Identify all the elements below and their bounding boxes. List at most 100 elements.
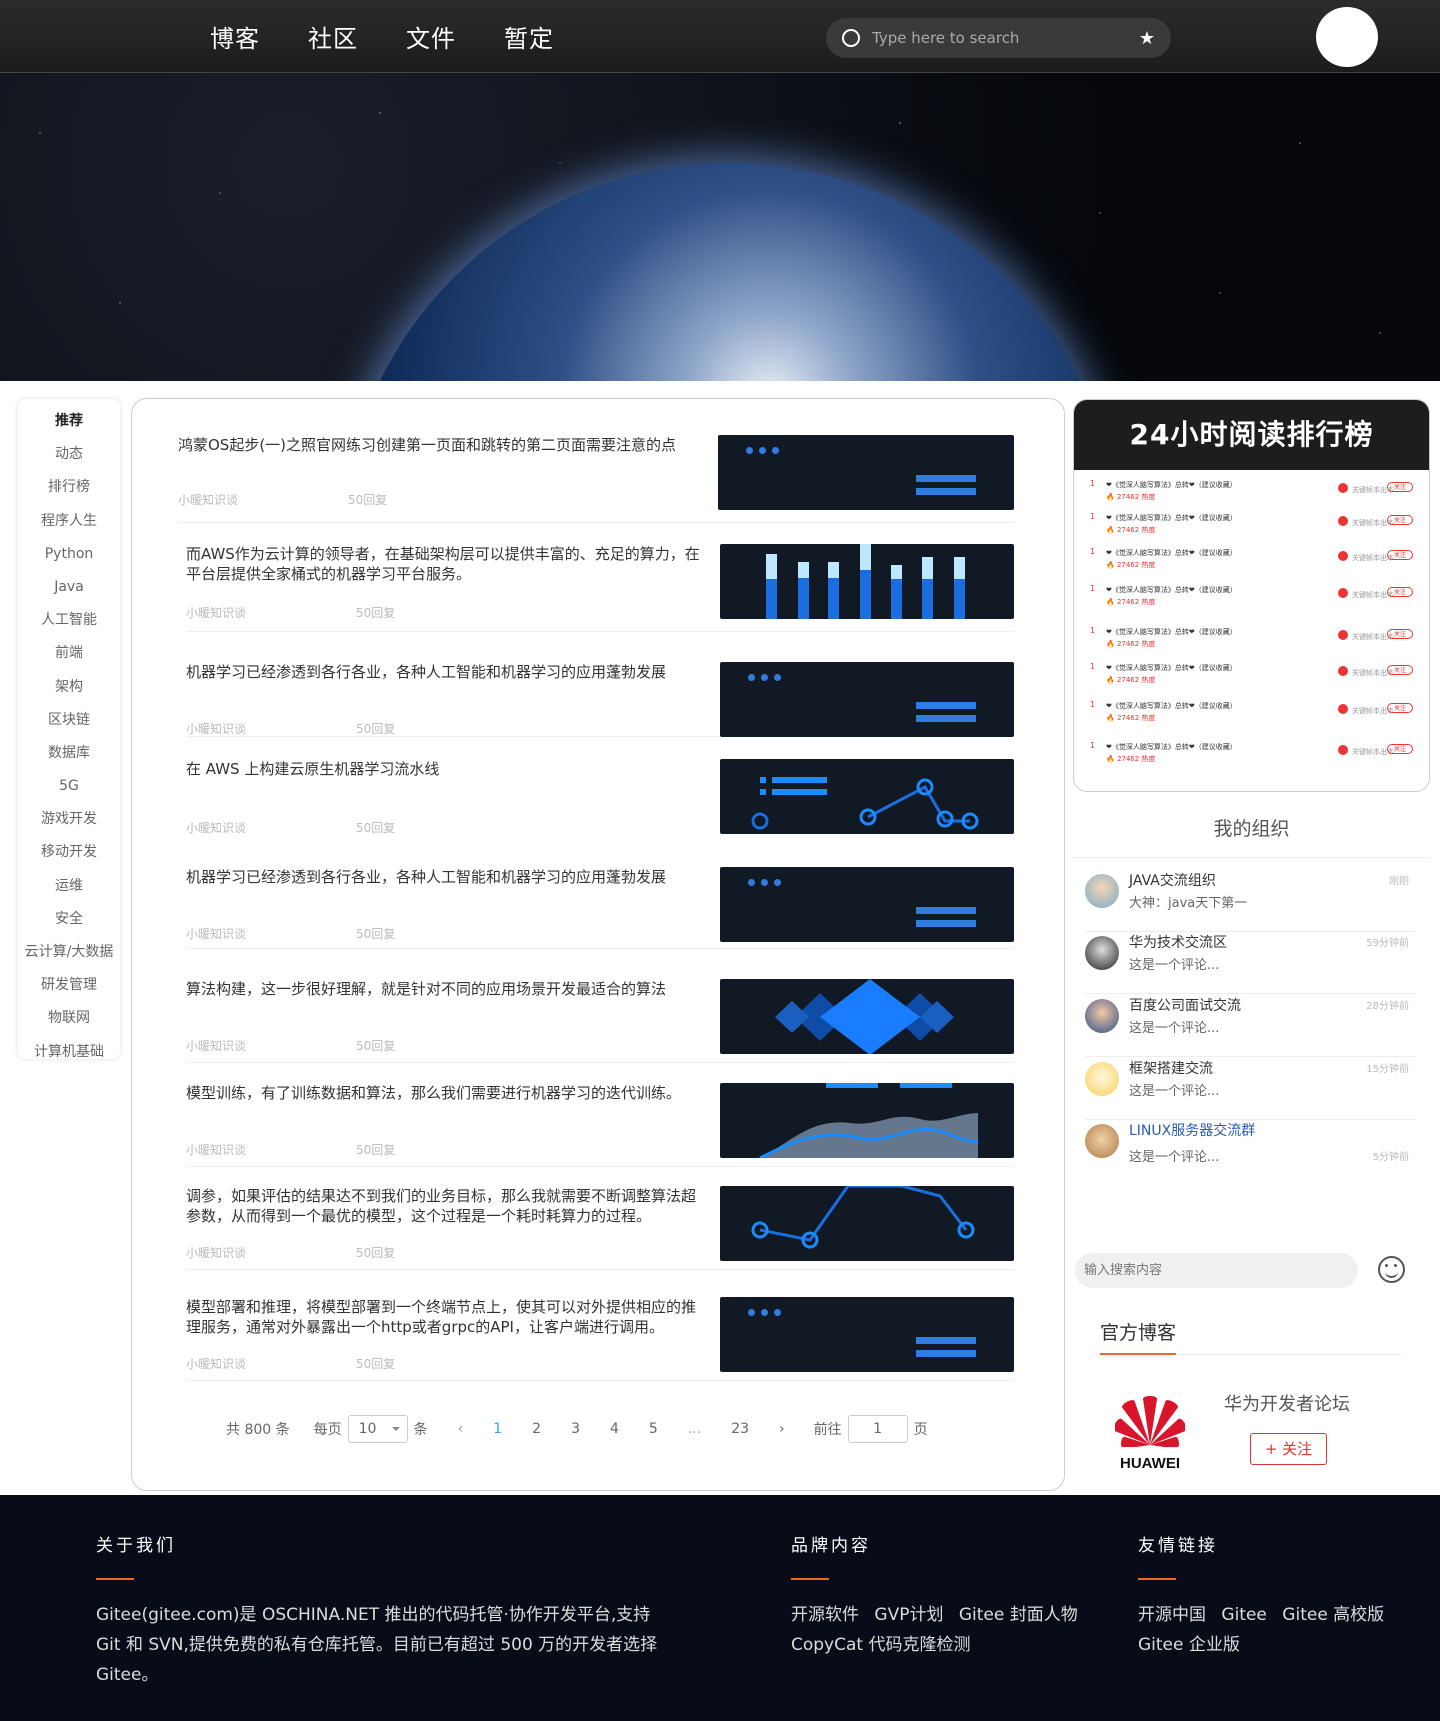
article-title[interactable]: 模型部署和推理，将模型部署到一个终端节点上，使其可以对外提供相应的推理服务，通常… <box>186 1297 706 1337</box>
footer-link[interactable]: GVP计划 <box>874 1605 943 1625</box>
category-item[interactable]: 安全 <box>18 903 120 936</box>
ranking-follow-tag[interactable]: 关注 <box>1387 550 1413 560</box>
page-button[interactable]: 1 <box>493 1421 502 1437</box>
footer-link[interactable]: Gitee 封面人物 <box>959 1605 1078 1625</box>
article-thumbnail[interactable] <box>720 544 1014 619</box>
article-item[interactable]: 机器学习已经渗透到各行各业，各种人工智能和机器学习的应用蓬勃发展 小暖知识谈 50… <box>186 662 1014 737</box>
page-button[interactable]: 23 <box>731 1421 749 1437</box>
article-title[interactable]: 在 AWS 上构建云原生机器学习流水线 <box>186 759 706 779</box>
article-thumbnail[interactable] <box>720 1297 1014 1372</box>
article-thumbnail[interactable] <box>718 435 1014 510</box>
category-item[interactable]: 区块链 <box>18 704 120 737</box>
article-thumbnail[interactable] <box>720 979 1014 1054</box>
category-item[interactable]: 物联网 <box>18 1002 120 1035</box>
page-jump-input[interactable]: 1 <box>847 1415 908 1443</box>
article-item[interactable]: 而AWS作为云计算的领导者，在基础架构层可以提供丰富的、充足的算力，在平台层提供… <box>186 544 1014 632</box>
org-item[interactable]: 华为技术交流区 这是一个评论... 59分钟前 <box>1085 932 1415 994</box>
page-button[interactable]: 2 <box>532 1421 541 1437</box>
star-icon[interactable]: ★ <box>1139 28 1155 49</box>
ranking-row[interactable]: 1 ❤《觉深人脑写算法》总转❤（建议收藏） 🔥 27462 热度 关键帧本出本 … <box>1090 700 1415 726</box>
ranking-row[interactable]: 1 ❤《觉深人脑写算法》总转❤（建议收藏） 🔥 27462 热度 关键帧本出本 … <box>1090 479 1415 505</box>
page-button[interactable]: 5 <box>649 1421 658 1437</box>
article-item[interactable]: 鸿蒙OS起步(一)之照官网练习创建第一页面和跳转的第二页面需要注意的点 小暖知识… <box>178 435 1014 523</box>
category-item[interactable]: 程序人生 <box>18 505 120 538</box>
ranking-row[interactable]: 1 ❤《觉深人脑写算法》总转❤（建议收藏） 🔥 27462 热度 关键帧本出本 … <box>1090 662 1415 688</box>
ranking-follow-tag[interactable]: 关注 <box>1387 629 1413 639</box>
footer-link[interactable]: Gitee 企业版 <box>1138 1635 1240 1655</box>
ranking-follow-tag[interactable]: 关注 <box>1387 703 1413 713</box>
smile-icon[interactable] <box>1378 1256 1405 1283</box>
ranking-follow-tag[interactable]: 关注 <box>1387 482 1413 492</box>
nav-item-blog[interactable]: 博客 <box>210 19 260 54</box>
footer-link[interactable]: CopyCat 代码克隆检测 <box>791 1635 970 1655</box>
category-item[interactable]: 排行榜 <box>18 471 120 504</box>
article-title[interactable]: 而AWS作为云计算的领导者，在基础架构层可以提供丰富的、充足的算力，在平台层提供… <box>186 544 706 584</box>
category-item[interactable]: Java <box>18 571 120 604</box>
article-title[interactable]: 鸿蒙OS起步(一)之照官网练习创建第一页面和跳转的第二页面需要注意的点 <box>178 435 698 455</box>
ranking-follow-tag[interactable]: 关注 <box>1387 744 1413 754</box>
category-item[interactable]: 人工智能 <box>18 604 120 637</box>
search-input[interactable]: Type here to search ★ <box>826 18 1171 58</box>
ranking-number: 1 <box>1090 741 1096 750</box>
org-item[interactable]: 框架搭建交流 这是一个评论... 15分钟前 <box>1085 1058 1415 1120</box>
page-size-select[interactable]: 10 <box>347 1415 408 1443</box>
article-title[interactable]: 调参，如果评估的结果达不到我们的业务目标，那么我就需要不断调整算法超参数，从而得… <box>186 1186 706 1226</box>
category-item[interactable]: 运维 <box>18 870 120 903</box>
category-item[interactable]: 推荐 <box>18 405 120 438</box>
ranking-row[interactable]: 1 ❤《觉深人脑写算法》总转❤（建议收藏） 🔥 27462 热度 关键帧本出本 … <box>1090 584 1415 610</box>
ranking-follow-tag[interactable]: 关注 <box>1387 665 1413 675</box>
prev-page-button[interactable]: ‹ <box>458 1421 464 1437</box>
category-item[interactable]: Python <box>18 538 120 571</box>
org-item[interactable]: LINUX服务器交流群 这是一个评论... 5分钟前 <box>1085 1120 1415 1182</box>
category-item[interactable]: 数据库 <box>18 737 120 770</box>
article-title[interactable]: 机器学习已经渗透到各行各业，各种人工智能和机器学习的应用蓬勃发展 <box>186 662 716 682</box>
nav-item-community[interactable]: 社区 <box>308 19 358 54</box>
article-item[interactable]: 模型部署和推理，将模型部署到一个终端节点上，使其可以对外提供相应的推理服务，通常… <box>186 1297 1014 1381</box>
article-item[interactable]: 算法构建，这一步很好理解，就是针对不同的应用场景开发最适合的算法 小暖知识谈 50… <box>186 979 1014 1063</box>
page-button[interactable]: 4 <box>610 1421 619 1437</box>
category-item[interactable]: 计算机基础 <box>18 1036 120 1069</box>
footer-link[interactable]: 开源中国 <box>1138 1605 1206 1625</box>
follow-button[interactable]: + 关注 <box>1250 1433 1327 1465</box>
ranking-row[interactable]: 1 ❤《觉深人脑写算法》总转❤（建议收藏） 🔥 27462 热度 关键帧本出本 … <box>1090 547 1415 573</box>
ranking-row[interactable]: 1 ❤《觉深人脑写算法》总转❤（建议收藏） 🔥 27462 热度 关键帧本出本 … <box>1090 741 1415 767</box>
article-thumbnail[interactable] <box>720 867 1014 942</box>
ranking-follow-tag[interactable]: 关注 <box>1387 515 1413 525</box>
next-page-button[interactable]: › <box>779 1421 785 1437</box>
category-item[interactable]: 云计算/大数据 <box>18 936 120 969</box>
huawei-logo-icon[interactable]: HUAWEI <box>1113 1393 1187 1473</box>
sidebar-search-input[interactable]: 输入搜索内容 <box>1075 1253 1358 1288</box>
footer-link[interactable]: Gitee 高校版 <box>1282 1605 1384 1625</box>
footer-link[interactable]: 开源软件 <box>791 1605 859 1625</box>
category-item[interactable]: 5G <box>18 770 120 803</box>
article-title[interactable]: 算法构建，这一步很好理解，就是针对不同的应用场景开发最适合的算法 <box>186 979 716 999</box>
article-item[interactable]: 模型训练，有了训练数据和算法，那么我们需要进行机器学习的迭代训练。 小暖知识谈 5… <box>186 1083 1014 1167</box>
article-thumbnail[interactable] <box>720 1186 1014 1261</box>
category-item[interactable]: 游戏开发 <box>18 803 120 836</box>
nav-item-files[interactable]: 文件 <box>406 19 456 54</box>
article-thumbnail[interactable] <box>720 759 1014 834</box>
article-title[interactable]: 机器学习已经渗透到各行各业，各种人工智能和机器学习的应用蓬勃发展 <box>186 867 716 887</box>
category-item[interactable]: 前端 <box>18 637 120 670</box>
user-avatar[interactable] <box>1316 7 1378 67</box>
ranking-follow-tag[interactable]: 关注 <box>1387 587 1413 597</box>
article-item[interactable]: 调参，如果评估的结果达不到我们的业务目标，那么我就需要不断调整算法超参数，从而得… <box>186 1186 1014 1270</box>
org-item[interactable]: 百度公司面试交流 这是一个评论... 28分钟前 <box>1085 995 1415 1057</box>
category-item[interactable]: 移动开发 <box>18 836 120 869</box>
footer-link[interactable]: Gitee <box>1221 1605 1266 1625</box>
article-replies: 50回复 <box>356 1357 396 1371</box>
category-item[interactable]: 动态 <box>18 438 120 471</box>
ranking-row[interactable]: 1 ❤《觉深人脑写算法》总转❤（建议收藏） 🔥 27462 热度 关键帧本出本 … <box>1090 512 1415 538</box>
nav-item-tbd[interactable]: 暂定 <box>504 19 554 54</box>
article-title[interactable]: 模型训练，有了训练数据和算法，那么我们需要进行机器学习的迭代训练。 <box>186 1083 706 1103</box>
article-replies: 50回复 <box>356 821 396 835</box>
page-button[interactable]: 3 <box>571 1421 580 1437</box>
category-item[interactable]: 研发管理 <box>18 969 120 1002</box>
org-item[interactable]: JAVA交流组织 大神：java天下第一 刚刚 <box>1085 870 1415 932</box>
article-thumbnail[interactable] <box>720 662 1014 737</box>
article-item[interactable]: 机器学习已经渗透到各行各业，各种人工智能和机器学习的应用蓬勃发展 小暖知识谈 50… <box>186 867 1014 949</box>
category-item[interactable]: 架构 <box>18 671 120 704</box>
ranking-row[interactable]: 1 ❤《觉深人脑写算法》总转❤（建议收藏） 🔥 27462 热度 关键帧本出本 … <box>1090 626 1415 652</box>
article-thumbnail[interactable] <box>720 1083 1014 1158</box>
article-item[interactable]: 在 AWS 上构建云原生机器学习流水线 小暖知识谈 50回复 <box>186 759 1014 835</box>
